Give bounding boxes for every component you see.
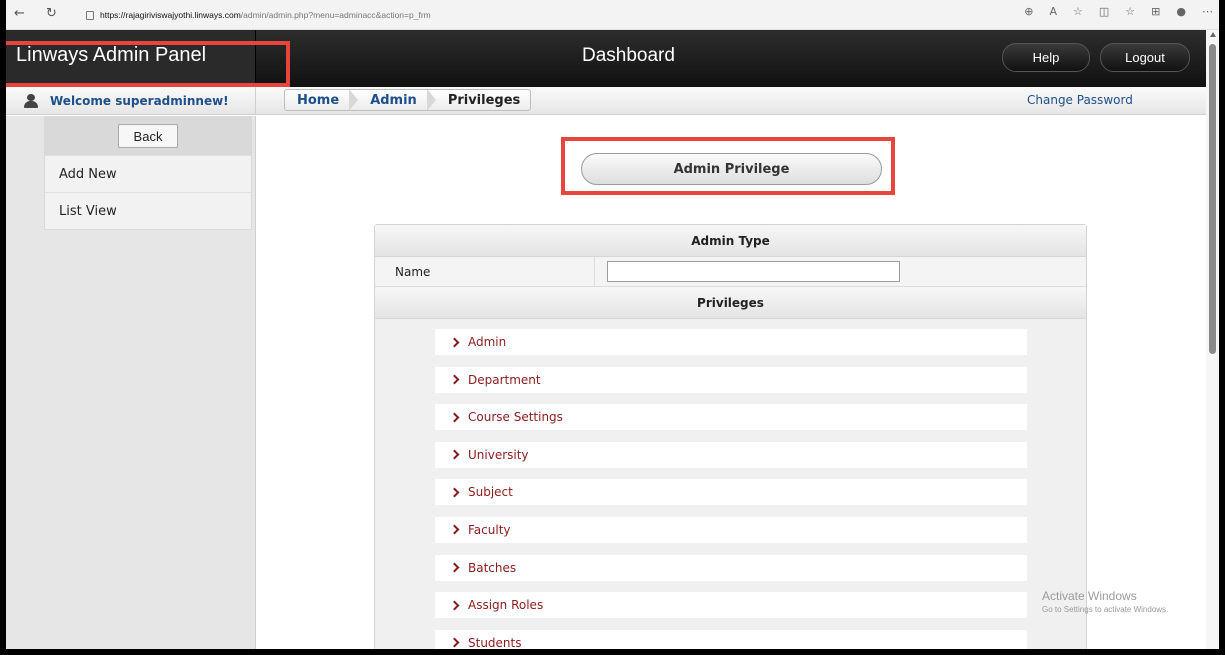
app-header: Linways Admin Panel Dashboard Help Logou… bbox=[6, 30, 1206, 87]
privilege-label: Assign Roles bbox=[468, 598, 544, 613]
name-label: Name bbox=[375, 257, 595, 286]
logout-button[interactable]: Logout bbox=[1100, 43, 1190, 72]
back-row: Back bbox=[45, 117, 251, 155]
welcome-text: Welcome superadminnew! bbox=[50, 94, 229, 108]
admin-privilege-button[interactable]: Admin Privilege bbox=[581, 153, 882, 185]
privileges-list: Admin Department Course Settings Univers… bbox=[375, 319, 1086, 649]
page-scrollbar[interactable] bbox=[1206, 30, 1219, 649]
refresh-icon[interactable]: ↻ bbox=[46, 6, 57, 21]
privilege-label: Faculty bbox=[468, 522, 511, 537]
chevron-right-icon bbox=[449, 600, 460, 611]
privileges-header: Privileges bbox=[375, 287, 1086, 319]
split-screen-icon[interactable]: ◫ bbox=[1099, 5, 1109, 18]
privilege-item-department[interactable]: Department bbox=[435, 366, 1027, 393]
address-bar[interactable]: https://rajagiriviswajyothi.linways.com/… bbox=[86, 5, 431, 24]
privilege-form: Admin Type Name Privileges Admin Departm… bbox=[374, 224, 1087, 649]
privilege-item-admin[interactable]: Admin bbox=[435, 329, 1027, 355]
main-content: Admin Privilege Admin Type Name Privileg… bbox=[257, 116, 1206, 649]
sidebar-menu: Back Add New List View bbox=[44, 116, 252, 230]
privilege-label: Subject bbox=[468, 485, 513, 500]
privilege-label: Department bbox=[468, 372, 541, 387]
breadcrumb-separator-icon bbox=[349, 90, 359, 110]
privilege-label: Students bbox=[468, 635, 522, 649]
scrollbar-thumb[interactable] bbox=[1209, 44, 1216, 354]
zoom-icon[interactable]: ⊕ bbox=[1024, 5, 1033, 18]
browser-actions: ⊕ A ☆ ◫ ☆ ⊞ ● ⋯ bbox=[1024, 5, 1213, 18]
chevron-right-icon bbox=[449, 487, 460, 498]
sidebar-item-list-view[interactable]: List View bbox=[45, 192, 251, 229]
privilege-item-assign-roles[interactable]: Assign Roles bbox=[435, 592, 1027, 619]
breadcrumb-privileges: Privileges bbox=[447, 92, 521, 108]
name-input[interactable] bbox=[607, 261, 900, 282]
url-host: https://rajagiriviswajyothi.linways.com bbox=[100, 9, 241, 20]
brand-title[interactable]: Linways Admin Panel bbox=[16, 44, 206, 67]
chevron-right-icon bbox=[449, 525, 460, 535]
sidebar-item-add-new[interactable]: Add New bbox=[45, 155, 251, 192]
privilege-label: Admin bbox=[468, 335, 507, 349]
chevron-right-icon bbox=[449, 337, 460, 347]
privilege-item-course-settings[interactable]: Course Settings bbox=[435, 404, 1027, 431]
chevron-right-icon bbox=[449, 449, 460, 460]
back-button[interactable]: Back bbox=[118, 124, 178, 148]
breadcrumb-bar: Welcome superadminnew! Home Admin Privil… bbox=[6, 87, 1206, 115]
chevron-right-icon bbox=[449, 374, 460, 385]
privilege-item-subject[interactable]: Subject bbox=[435, 479, 1027, 506]
welcome-area: Welcome superadminnew! bbox=[6, 87, 256, 115]
more-icon[interactable]: ⋯ bbox=[1202, 5, 1213, 18]
scroll-up-arrow-icon[interactable] bbox=[1210, 32, 1216, 37]
url-text: https://rajagiriviswajyothi.linways.com/… bbox=[100, 10, 431, 20]
lock-icon bbox=[86, 11, 94, 20]
breadcrumb-admin[interactable]: Admin bbox=[358, 90, 427, 110]
activation-watermark: Activate Windows Go to Settings to activ… bbox=[1042, 589, 1168, 614]
watermark-subtitle: Go to Settings to activate Windows. bbox=[1042, 605, 1169, 614]
change-password-link[interactable]: Change Password bbox=[1027, 93, 1133, 107]
privilege-item-university[interactable]: University bbox=[435, 441, 1027, 468]
collections-icon[interactable]: ⊞ bbox=[1151, 5, 1160, 18]
privilege-label: University bbox=[468, 447, 529, 462]
chevron-right-icon bbox=[449, 637, 460, 648]
privilege-item-faculty[interactable]: Faculty bbox=[435, 516, 1027, 543]
privilege-label: Course Settings bbox=[468, 410, 563, 425]
help-button[interactable]: Help bbox=[1002, 43, 1090, 72]
chevron-right-icon bbox=[449, 562, 460, 573]
brand-area: Linways Admin Panel bbox=[6, 30, 256, 87]
privilege-item-students[interactable]: Students bbox=[435, 629, 1027, 649]
name-row: Name bbox=[375, 257, 1086, 287]
read-aloud-icon[interactable]: A bbox=[1049, 5, 1057, 18]
favorite-star-icon[interactable]: ☆ bbox=[1073, 5, 1083, 18]
chevron-right-icon bbox=[449, 412, 460, 423]
favorites-icon[interactable]: ☆ bbox=[1125, 5, 1135, 18]
browser-window: ← ↻ https://rajagiriviswajyothi.linways.… bbox=[6, 0, 1219, 649]
breadcrumb-separator-icon bbox=[426, 90, 436, 110]
breadcrumb-home[interactable]: Home bbox=[285, 90, 349, 110]
sidebar: Back Add New List View bbox=[6, 116, 256, 649]
watermark-title: Activate Windows bbox=[1042, 589, 1137, 603]
user-icon bbox=[24, 94, 38, 108]
admin-type-header: Admin Type bbox=[375, 225, 1086, 257]
privilege-item-batches[interactable]: Batches bbox=[435, 554, 1027, 581]
back-arrow-icon[interactable]: ← bbox=[14, 6, 25, 21]
breadcrumb: Home Admin Privileges bbox=[284, 89, 532, 111]
url-path: /admin/admin.php?menu=adminacc&action=p_… bbox=[240, 9, 431, 20]
privilege-label: Batches bbox=[468, 560, 517, 575]
browser-toolbar: ← ↻ https://rajagiriviswajyothi.linways.… bbox=[6, 0, 1219, 30]
extension-icon[interactable]: ● bbox=[1176, 5, 1186, 18]
page-title: Dashboard bbox=[582, 45, 675, 66]
